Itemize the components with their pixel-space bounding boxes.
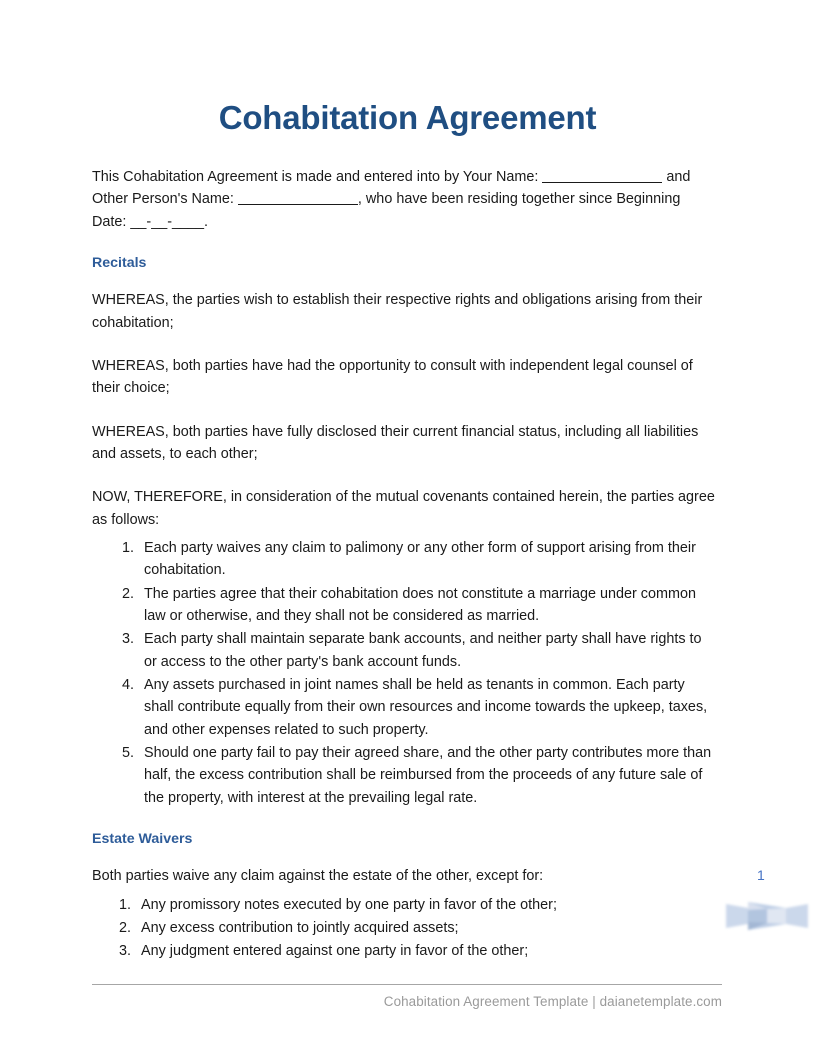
- recitals-numbered-list: Each party waives any claim to palimony …: [92, 537, 716, 809]
- estate-waivers-numbered-list: Any promissory notes executed by one par…: [92, 894, 716, 963]
- intro-text-part-1: This Cohabitation Agreement is made and …: [92, 169, 543, 185]
- section-heading-recitals: Recitals: [92, 254, 147, 271]
- list-item: Any promissory notes executed by one par…: [135, 894, 716, 916]
- recital-paragraph: WHEREAS, both parties have fully disclos…: [92, 423, 699, 463]
- list-item: Any excess contribution to jointly acqui…: [135, 917, 716, 939]
- list-item: Each party shall maintain separate bank …: [138, 628, 716, 673]
- footer-divider: [92, 984, 722, 985]
- list-item: Any judgment entered against one party i…: [135, 940, 716, 962]
- intro-paragraph: This Cohabitation Agreement is made and …: [92, 166, 716, 233]
- page-number: 1: [757, 867, 765, 883]
- other-person-name-blank[interactable]: [237, 191, 358, 206]
- document-page: Cohabitation Agreement This Cohabitation…: [0, 0, 815, 1048]
- list-item: The parties agree that their cohabitatio…: [138, 583, 716, 628]
- recital-paragraph: WHEREAS, the parties wish to establish t…: [92, 292, 703, 331]
- recital-paragraph: WHEREAS, both parties have had the oppor…: [92, 358, 693, 397]
- your-name-blank[interactable]: [542, 168, 663, 183]
- list-item: Any assets purchased in joint names shal…: [138, 674, 716, 741]
- recital-paragraph: NOW, THEREFORE, in consideration of the …: [92, 489, 715, 528]
- section-heading-estate-waivers: Estate Waivers: [92, 831, 193, 847]
- footer-text: Cohabitation Agreement Template | daiane…: [383, 994, 722, 1009]
- page-title: Cohabitation Agreement: [218, 99, 597, 137]
- document-body: This Cohabitation Agreement is made and …: [92, 166, 716, 964]
- list-item: Should one party fail to pay their agree…: [138, 742, 716, 809]
- ribbon-decoration-icon: [726, 902, 808, 930]
- estate-waivers-intro: Both parties waive any claim against the…: [92, 868, 544, 885]
- list-item: Each party waives any claim to palimony …: [138, 537, 716, 582]
